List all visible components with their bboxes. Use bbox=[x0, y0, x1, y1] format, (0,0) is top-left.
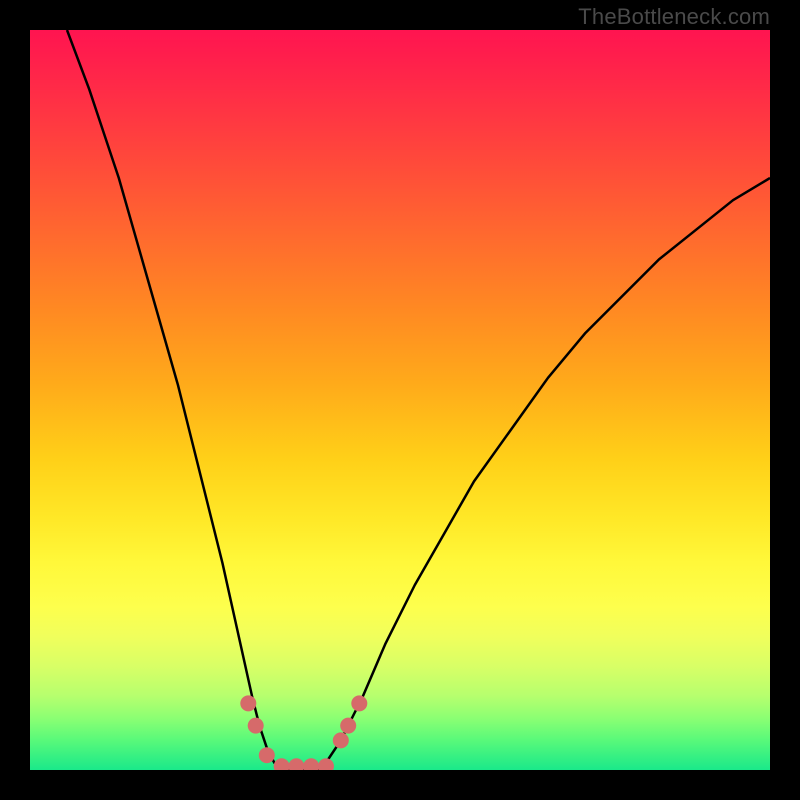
floor-dot-2 bbox=[288, 758, 304, 770]
curve-right-branch bbox=[326, 178, 770, 763]
plot-area bbox=[30, 30, 770, 770]
curve-layer bbox=[30, 30, 770, 770]
floor-dot-4 bbox=[318, 758, 334, 770]
chart-frame: TheBottleneck.com bbox=[0, 0, 800, 800]
left-dot-upper bbox=[240, 695, 256, 711]
left-dot-lower bbox=[248, 718, 264, 734]
right-dot-lower bbox=[333, 732, 349, 748]
watermark-text: TheBottleneck.com bbox=[578, 4, 770, 30]
right-dot-mid bbox=[340, 718, 356, 734]
marker-group bbox=[240, 695, 367, 770]
left-dot-edge bbox=[259, 747, 275, 763]
right-dot-upper bbox=[351, 695, 367, 711]
floor-dot-1 bbox=[274, 758, 290, 770]
floor-dot-3 bbox=[303, 758, 319, 770]
curve-left-branch bbox=[67, 30, 282, 770]
